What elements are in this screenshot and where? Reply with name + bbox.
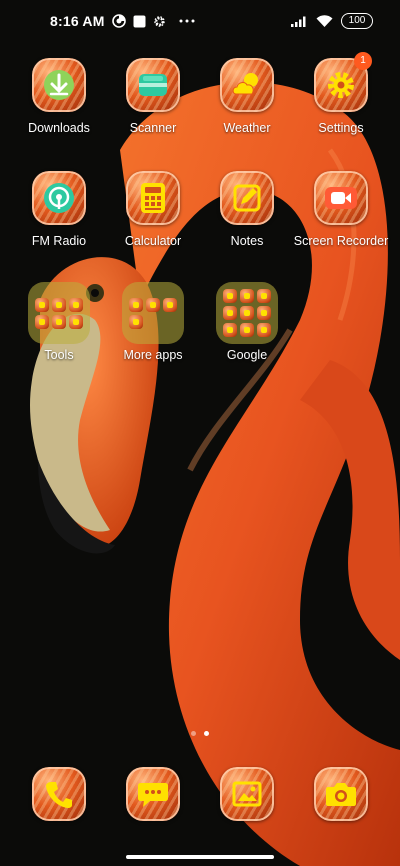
app-settings[interactable]: 1 Settings	[293, 52, 389, 136]
page-dot-1[interactable]	[191, 731, 196, 736]
app-weather[interactable]: Weather	[199, 58, 295, 136]
dock-messages[interactable]	[105, 767, 201, 821]
calculator-icon	[126, 171, 180, 225]
more-dots-icon	[179, 19, 195, 23]
app-downloads[interactable]: Downloads	[11, 58, 107, 136]
phone-icon	[32, 767, 86, 821]
gallery-icon	[220, 767, 274, 821]
dock-phone[interactable]	[11, 767, 107, 821]
status-bar: 8:16 AM 100	[0, 0, 400, 44]
folder-more-apps[interactable]: More apps	[105, 282, 201, 363]
folder-icon	[28, 282, 90, 344]
folder-tools[interactable]: Tools	[11, 282, 107, 363]
wifi-icon	[316, 14, 333, 28]
page-indicator	[0, 731, 400, 736]
folder-icon	[122, 282, 184, 344]
app-screen-recorder[interactable]: Screen Recorder	[293, 171, 389, 249]
app-scanner[interactable]: Scanner	[105, 58, 201, 136]
gear-icon: 1	[314, 52, 372, 112]
square-notification-icon	[133, 15, 146, 28]
notes-icon	[220, 171, 274, 225]
weather-icon	[220, 58, 274, 112]
signal-icon	[291, 15, 308, 27]
page-dot-2[interactable]	[204, 731, 209, 736]
dock-camera[interactable]	[293, 767, 389, 821]
video-icon	[314, 171, 368, 225]
app-notes[interactable]: Notes	[199, 171, 295, 249]
notification-badge: 1	[354, 52, 372, 70]
folder-google[interactable]: Google	[199, 282, 295, 363]
radio-icon	[32, 171, 86, 225]
message-icon	[126, 767, 180, 821]
gear-icon	[153, 15, 166, 28]
app-fm-radio[interactable]: FM Radio	[11, 171, 107, 249]
data-saver-icon	[111, 14, 126, 28]
folder-icon	[216, 282, 278, 344]
battery-indicator: 100	[341, 13, 373, 29]
download-icon	[32, 58, 86, 112]
home-indicator[interactable]	[126, 855, 274, 859]
app-calculator[interactable]: Calculator	[105, 171, 201, 249]
clock: 8:16 AM	[50, 13, 105, 29]
dock-gallery[interactable]	[199, 767, 295, 821]
camera-icon	[314, 767, 368, 821]
scanner-icon	[126, 58, 180, 112]
